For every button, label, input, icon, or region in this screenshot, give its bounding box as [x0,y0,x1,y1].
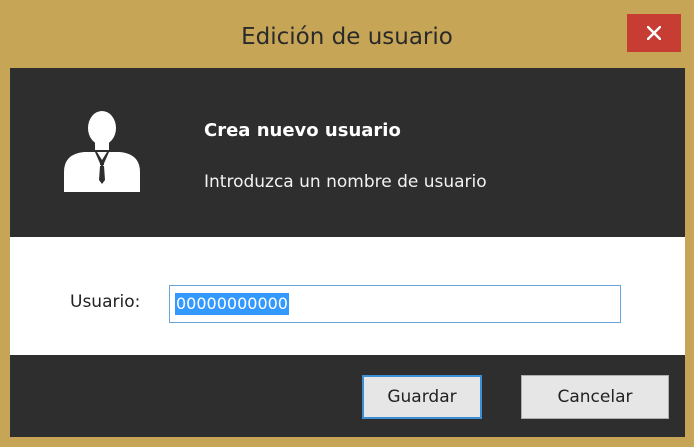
user-edit-dialog: Edición de usuario Crea nuevo usuario In… [0,0,694,447]
button-bar: Guardar Cancelar [10,355,685,437]
save-button[interactable]: Guardar [362,375,482,419]
header-title: Crea nuevo usuario [204,120,401,141]
title-bar[interactable]: Edición de usuario [0,0,694,68]
close-icon [647,26,661,40]
header-panel: Crea nuevo usuario Introduzca un nombre … [10,68,685,237]
close-button[interactable] [627,14,681,52]
username-input[interactable]: 00000000000 [169,285,621,323]
form-panel: Usuario: 00000000000 [10,237,685,355]
header-subtitle: Introduzca un nombre de usuario [204,172,487,192]
window-title: Edición de usuario [241,24,453,50]
username-label: Usuario: [70,292,141,312]
username-input-value[interactable]: 00000000000 [175,293,289,315]
cancel-button[interactable]: Cancelar [521,375,669,419]
user-icon [64,111,140,192]
